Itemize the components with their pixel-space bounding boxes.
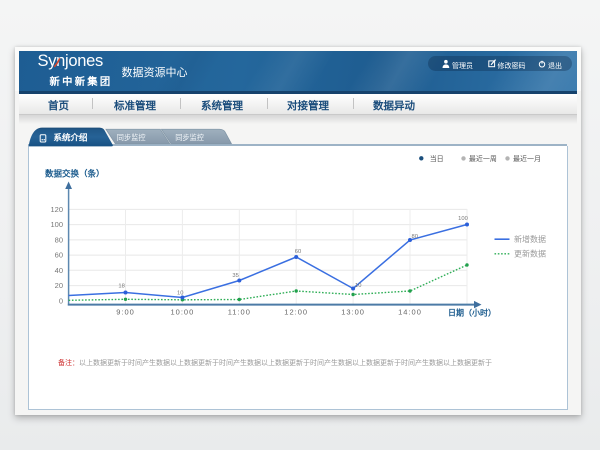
svg-text:同步监控: 同步监控 <box>175 133 204 142</box>
svg-text:最近一周: 最近一周 <box>469 154 497 163</box>
svg-text:13:00: 13:00 <box>341 308 365 317</box>
svg-text:120: 120 <box>50 205 63 214</box>
svg-text:60: 60 <box>295 249 301 255</box>
svg-text:14:00: 14:00 <box>398 308 422 317</box>
svg-text:9:00: 9:00 <box>116 308 135 317</box>
svg-text:同步监控: 同步监控 <box>117 133 146 142</box>
svg-text:新增数据: 新增数据 <box>514 234 546 244</box>
svg-text:40: 40 <box>55 266 63 275</box>
svg-text:12:00: 12:00 <box>284 308 308 317</box>
svg-text:10: 10 <box>355 283 361 289</box>
svg-text:11:00: 11:00 <box>228 308 251 317</box>
svg-text:18: 18 <box>118 284 124 290</box>
svg-text:日期（小时）: 日期（小时） <box>448 308 496 318</box>
svg-text:80: 80 <box>412 234 418 240</box>
svg-text:10: 10 <box>177 291 183 297</box>
svg-text:系统介绍: 系统介绍 <box>54 133 89 143</box>
svg-text:100: 100 <box>458 216 468 222</box>
svg-text:当日: 当日 <box>430 154 444 163</box>
svg-text:80: 80 <box>55 236 63 245</box>
svg-text:0: 0 <box>59 296 63 305</box>
svg-text:数据交换（条）: 数据交换（条） <box>45 169 105 179</box>
svg-text:100: 100 <box>50 220 63 229</box>
svg-text:10:00: 10:00 <box>171 308 195 317</box>
svg-text:20: 20 <box>55 281 63 290</box>
svg-text:60: 60 <box>55 251 63 260</box>
svg-text:更新数据: 更新数据 <box>514 249 546 259</box>
svg-text:35: 35 <box>232 273 238 279</box>
svg-text:最近一月: 最近一月 <box>513 154 541 163</box>
